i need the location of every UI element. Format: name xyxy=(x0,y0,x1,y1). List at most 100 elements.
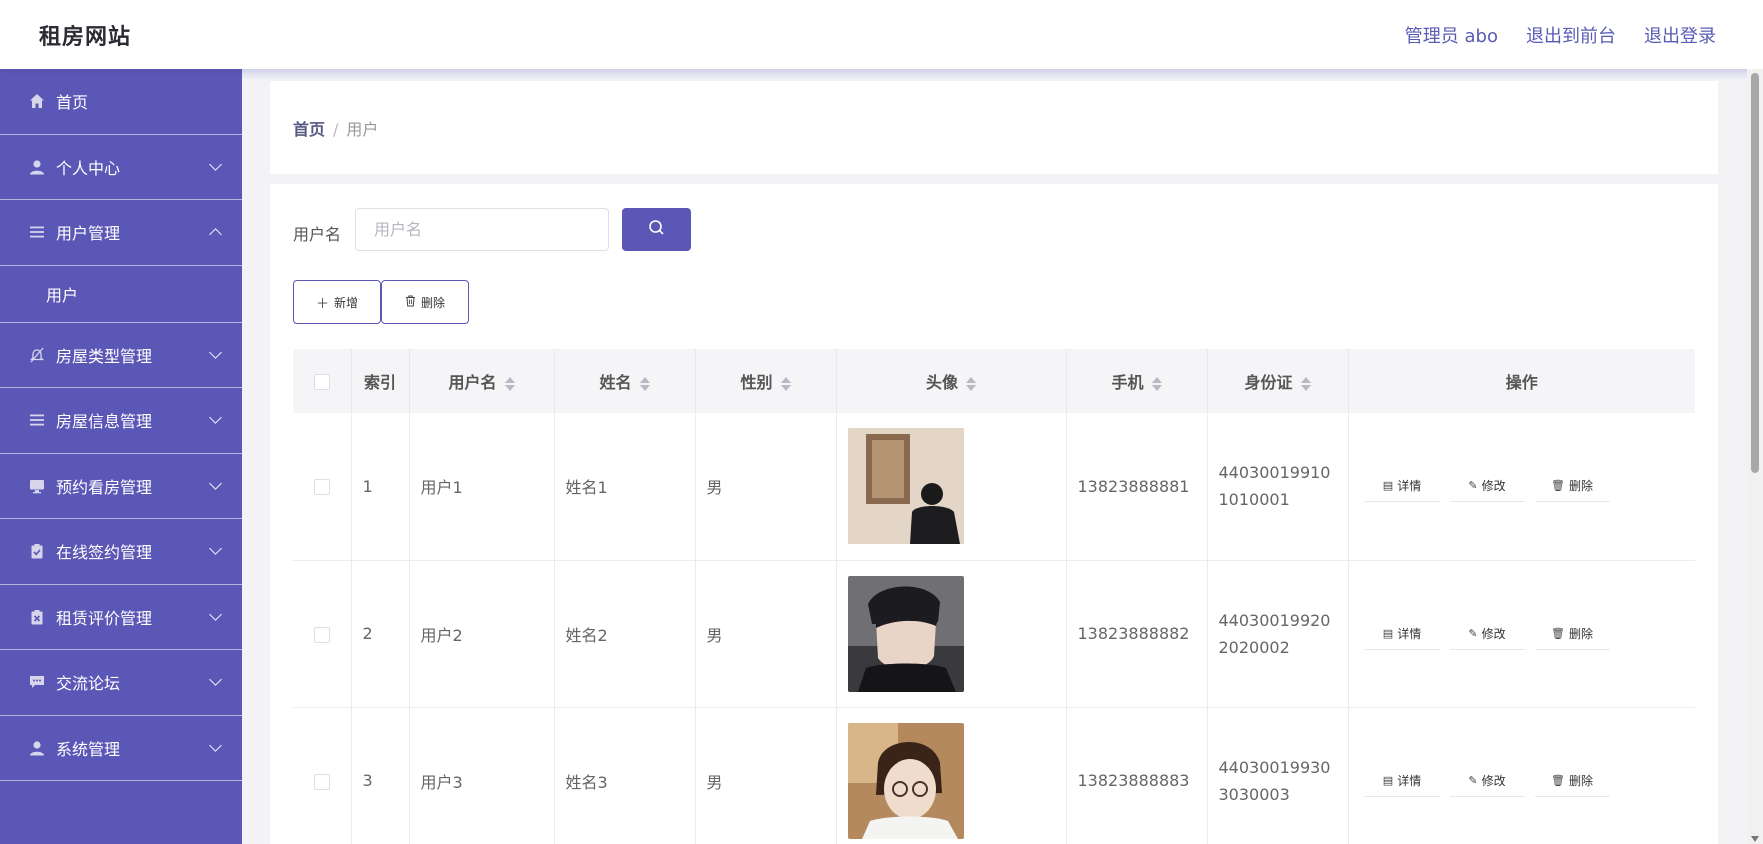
username-search-input[interactable] xyxy=(355,208,609,251)
search-button[interactable] xyxy=(622,208,691,251)
row-checkbox[interactable] xyxy=(313,773,330,790)
sidebar-item-house-type-management[interactable]: 房屋类型管理 xyxy=(0,323,242,388)
list-icon xyxy=(28,411,46,429)
delete-button[interactable]: 🗑 删除 xyxy=(1534,765,1610,797)
sidebar-item-house-info-management[interactable]: 房屋信息管理 xyxy=(0,388,242,454)
index-cell: 3 xyxy=(351,707,410,844)
user-icon xyxy=(28,739,46,757)
sort-icon[interactable] xyxy=(639,376,650,392)
logout-link[interactable]: 退出登录 xyxy=(1644,22,1716,48)
sort-icon[interactable] xyxy=(780,376,791,392)
select-all-checkbox[interactable] xyxy=(313,374,330,390)
breadcrumb-card: 首页 / 用户 xyxy=(270,81,1718,174)
sidebar-subitem-users[interactable]: 用户 xyxy=(0,266,242,323)
sidebar-item-rental-review-management[interactable]: 租赁评价管理 xyxy=(0,585,242,650)
add-button[interactable]: ＋ 新增 xyxy=(293,280,381,324)
column-header-phone[interactable]: 手机 xyxy=(1066,349,1208,413)
site-title: 租房网站 xyxy=(39,25,132,50)
search-icon xyxy=(648,219,665,240)
column-label: 手机 xyxy=(1111,373,1144,392)
username-cell: 用户1 xyxy=(409,413,555,561)
gender-cell: 男 xyxy=(695,707,837,844)
edit-label: 修改 xyxy=(1481,626,1506,641)
trash-icon: 🗑 xyxy=(1551,773,1565,787)
avatar-image[interactable] xyxy=(847,428,964,545)
phone-cell: 13823888883 xyxy=(1066,707,1208,844)
index-cell: 2 xyxy=(351,560,410,708)
sort-icon[interactable] xyxy=(966,376,976,392)
column-label: 操作 xyxy=(1505,373,1538,392)
chevron-down-icon xyxy=(209,607,222,621)
column-label: 索引 xyxy=(363,373,396,392)
detail-button[interactable]: ▤ 详情 xyxy=(1364,618,1440,650)
breadcrumb-separator: / xyxy=(333,120,339,139)
column-header-gender[interactable]: 性别 xyxy=(695,349,837,413)
sidebar: 首页 个人中心 用户管理 用户 房屋类型管理 房屋信息管理 预约看房管理 在线签… xyxy=(0,69,242,844)
sort-icon[interactable] xyxy=(504,376,515,392)
row-checkbox[interactable] xyxy=(313,626,330,643)
sidebar-item-online-contract-management[interactable]: 在线签约管理 xyxy=(0,519,242,585)
sidebar-item-system-management[interactable]: 系统管理 xyxy=(0,716,242,781)
breadcrumb-home[interactable]: 首页 xyxy=(293,120,325,139)
chevron-down-icon xyxy=(209,673,222,687)
detail-button[interactable]: ▤ 详情 xyxy=(1364,765,1440,797)
back-to-frontend-link[interactable]: 退出到前台 xyxy=(1526,22,1616,48)
search-label: 用户名 xyxy=(293,225,342,244)
admin-user-link[interactable]: 管理员 abo xyxy=(1405,22,1498,48)
edit-button[interactable]: ✎ 修改 xyxy=(1449,470,1525,503)
delete-button[interactable]: 🗑 删除 xyxy=(1534,618,1610,650)
column-header-username[interactable]: 用户名 xyxy=(409,349,555,413)
edit-label: 修改 xyxy=(1481,773,1506,788)
column-header-name[interactable]: 姓名 xyxy=(554,349,696,413)
scrollbar-thumb[interactable] xyxy=(1751,73,1759,473)
actions-cell: ▤ 详情 ✎ 修改 🗑 删除 xyxy=(1348,560,1695,708)
column-header-idcard[interactable]: 身份证 xyxy=(1207,349,1349,413)
column-label: 性别 xyxy=(740,373,773,392)
gender-cell: 男 xyxy=(695,560,837,708)
sidebar-item-viewing-appointment-management[interactable]: 预约看房管理 xyxy=(0,454,242,519)
chevron-down-icon xyxy=(209,345,222,359)
sidebar-item-home[interactable]: 首页 xyxy=(0,69,242,135)
chat-icon xyxy=(28,673,46,691)
sidebar-item-label: 个人中心 xyxy=(56,158,121,178)
chevron-down-icon xyxy=(209,157,222,171)
sort-icon[interactable] xyxy=(1151,376,1162,392)
trash-icon: 🗑 xyxy=(1551,626,1565,640)
row-checkbox[interactable] xyxy=(313,479,330,496)
pencil-icon: ✎ xyxy=(1468,773,1478,787)
detail-button[interactable]: ▤ 详情 xyxy=(1364,470,1440,503)
document-icon: ▤ xyxy=(1382,626,1394,640)
clipboard-x-icon xyxy=(28,608,46,626)
chevron-down-icon xyxy=(209,476,222,490)
idcard-cell: 440300199101010001 xyxy=(1207,413,1349,561)
avatar-image[interactable] xyxy=(847,575,964,692)
plus-icon: ＋ xyxy=(315,296,329,312)
sidebar-item-label: 房屋类型管理 xyxy=(56,346,153,366)
document-icon: ▤ xyxy=(1382,479,1394,493)
sidebar-item-user-management[interactable]: 用户管理 xyxy=(0,200,242,266)
scroll-down-arrow-icon[interactable] xyxy=(1751,836,1759,842)
detail-label: 详情 xyxy=(1397,479,1422,494)
detail-label: 详情 xyxy=(1397,626,1422,641)
phone-cell: 13823888881 xyxy=(1066,413,1208,561)
page-scrollbar[interactable] xyxy=(1747,69,1763,844)
name-cell: 姓名3 xyxy=(554,707,696,844)
batch-delete-button[interactable]: 删除 xyxy=(381,280,469,324)
sidebar-item-label: 用户管理 xyxy=(56,224,121,244)
delete-button[interactable]: 🗑 删除 xyxy=(1534,470,1610,503)
user-icon xyxy=(28,158,46,176)
sidebar-item-forum[interactable]: 交流论坛 xyxy=(0,650,242,716)
sort-icon[interactable] xyxy=(1300,376,1311,392)
avatar-image[interactable] xyxy=(847,722,964,839)
edit-button[interactable]: ✎ 修改 xyxy=(1449,618,1525,650)
sidebar-item-label: 首页 xyxy=(56,93,89,113)
edit-label: 修改 xyxy=(1481,479,1506,494)
delete-button-label: 删除 xyxy=(420,295,445,310)
sidebar-item-personal-center[interactable]: 个人中心 xyxy=(0,135,242,200)
edit-button[interactable]: ✎ 修改 xyxy=(1449,765,1525,797)
column-label: 头像 xyxy=(925,373,958,392)
sidebar-item-label: 租赁评价管理 xyxy=(56,608,153,628)
column-header-avatar[interactable]: 头像 xyxy=(836,349,1067,413)
breadcrumb: 首页 / 用户 xyxy=(293,116,378,140)
username-cell: 用户2 xyxy=(409,560,555,708)
